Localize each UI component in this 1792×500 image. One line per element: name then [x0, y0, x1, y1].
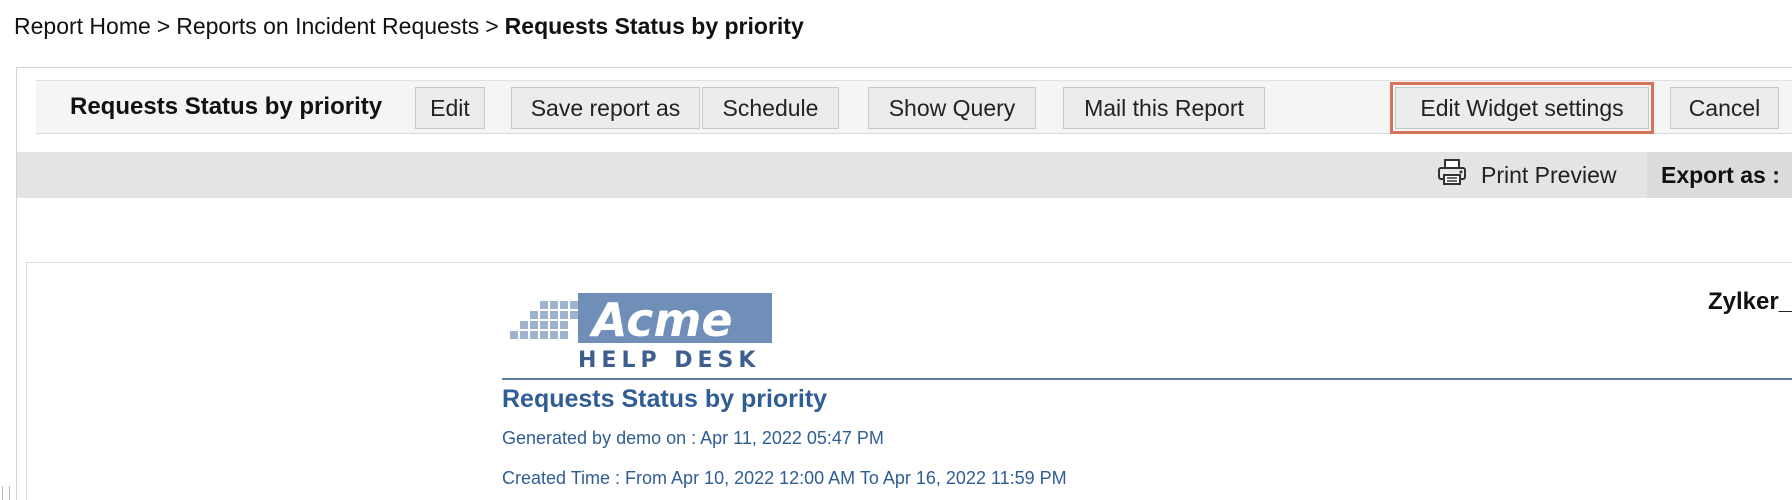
save-report-as-button[interactable]: Save report as — [511, 87, 700, 129]
printer-icon — [1437, 158, 1481, 192]
resize-handle[interactable] — [2, 486, 10, 500]
print-preview-label: Print Preview — [1481, 161, 1617, 188]
header-rule — [502, 378, 1792, 380]
breadcrumb-separator: > — [485, 13, 499, 39]
breadcrumb-separator: > — [156, 13, 171, 39]
report-toolbar: Requests Status by priority Edit Save re… — [36, 80, 1792, 134]
export-as-label: Export as : — [1647, 152, 1792, 198]
company-name: Zylker_ — [1708, 288, 1792, 315]
breadcrumb-current: Requests Status by priority — [504, 13, 804, 39]
edit-widget-settings-button[interactable]: Edit Widget settings — [1390, 82, 1654, 134]
mail-report-button[interactable]: Mail this Report — [1063, 87, 1265, 129]
toolbar-title: Requests Status by priority — [70, 93, 383, 120]
show-query-button[interactable]: Show Query — [868, 87, 1036, 129]
export-bar: Print Preview Export as : — [17, 152, 1792, 198]
created-time-text: Created Time : From Apr 10, 2022 12:00 A… — [502, 468, 1067, 488]
acme-help-desk-logo: Acme HELP DESK — [510, 293, 772, 373]
print-preview-link[interactable]: Print Preview — [1437, 159, 1616, 191]
svg-text:Acme: Acme — [589, 293, 733, 347]
svg-text:HELP DESK: HELP DESK — [578, 348, 760, 371]
breadcrumb-parent-link[interactable]: Reports on Incident Requests — [176, 13, 479, 39]
edit-button[interactable]: Edit — [415, 87, 485, 129]
breadcrumb-home-link[interactable]: Report Home — [14, 13, 151, 39]
report-title: Requests Status by priority — [502, 385, 828, 413]
schedule-button[interactable]: Schedule — [702, 87, 839, 129]
generated-by-text: Generated by demo on : Apr 11, 2022 05:4… — [502, 428, 884, 448]
report-preview-panel — [26, 262, 1792, 500]
cancel-button[interactable]: Cancel — [1670, 87, 1779, 129]
breadcrumb: Report Home > Reports on Incident Requests… — [14, 12, 804, 40]
